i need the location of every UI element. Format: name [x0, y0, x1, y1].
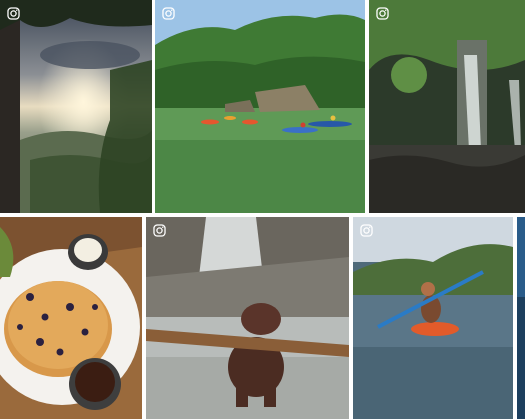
photo-pancakes — [0, 217, 142, 419]
photo-river-kayak — [353, 217, 513, 419]
instagram-icon — [376, 7, 389, 20]
photo-partial — [517, 217, 525, 419]
instagram-icon — [153, 224, 166, 237]
post-forest-waterfall[interactable] — [369, 0, 525, 213]
post-partial-edge[interactable] — [517, 217, 525, 419]
post-river-kayaker[interactable] — [353, 217, 513, 419]
post-blueberry-pancakes[interactable] — [0, 217, 142, 419]
post-sunset-forest-view[interactable] — [0, 0, 152, 213]
instagram-icon — [360, 224, 373, 237]
post-dog-with-stick[interactable] — [146, 217, 349, 419]
photo-dog-stick — [146, 217, 349, 419]
photo-sunset-forest — [0, 0, 152, 213]
photo-waterfall-forest — [369, 0, 525, 213]
instagram-icon — [162, 7, 175, 20]
instagram-icon — [7, 7, 20, 20]
photo-lake-kayaks — [155, 0, 365, 213]
post-lake-kayakers[interactable] — [155, 0, 365, 213]
